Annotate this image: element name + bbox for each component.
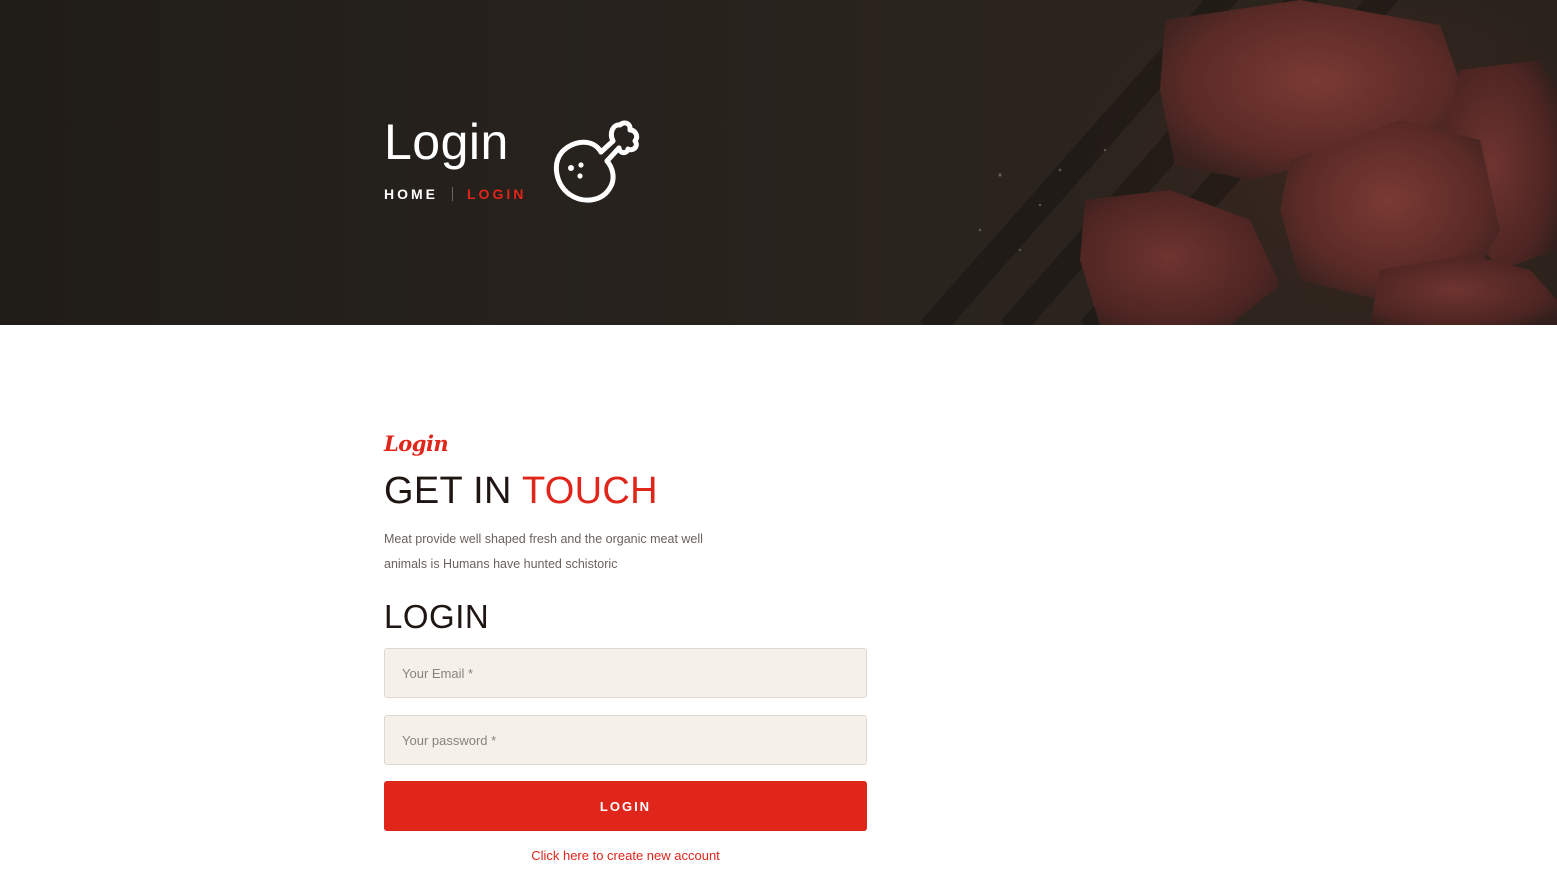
login-button[interactable]: LOGIN: [384, 781, 867, 831]
chicken-leg-icon: [553, 120, 640, 203]
section-script-label: Login: [384, 431, 449, 456]
breadcrumb: HOME LOGIN: [384, 186, 526, 202]
heading-main-text: GET IN: [384, 470, 522, 512]
section-description: Meat provide well shaped fresh and the o…: [384, 532, 703, 571]
section-heading: GET IN TOUCH: [384, 470, 658, 513]
icon-dot: [568, 165, 574, 171]
icon-dot: [577, 173, 583, 179]
breadcrumb-separator: [452, 187, 453, 201]
password-field[interactable]: [384, 715, 867, 765]
breadcrumb-home-link[interactable]: HOME: [384, 186, 438, 202]
page-title: Login: [384, 114, 509, 170]
breadcrumb-current: LOGIN: [467, 186, 527, 202]
page-banner: Login HOME LOGIN: [0, 0, 1557, 325]
meat-background-image: [920, 0, 1557, 325]
icon-dot: [578, 162, 584, 168]
login-form-title: LOGIN: [384, 598, 490, 635]
create-account-link[interactable]: Click here to create new account: [384, 848, 867, 863]
email-field[interactable]: [384, 648, 867, 698]
heading-accent-text: TOUCH: [521, 470, 658, 512]
